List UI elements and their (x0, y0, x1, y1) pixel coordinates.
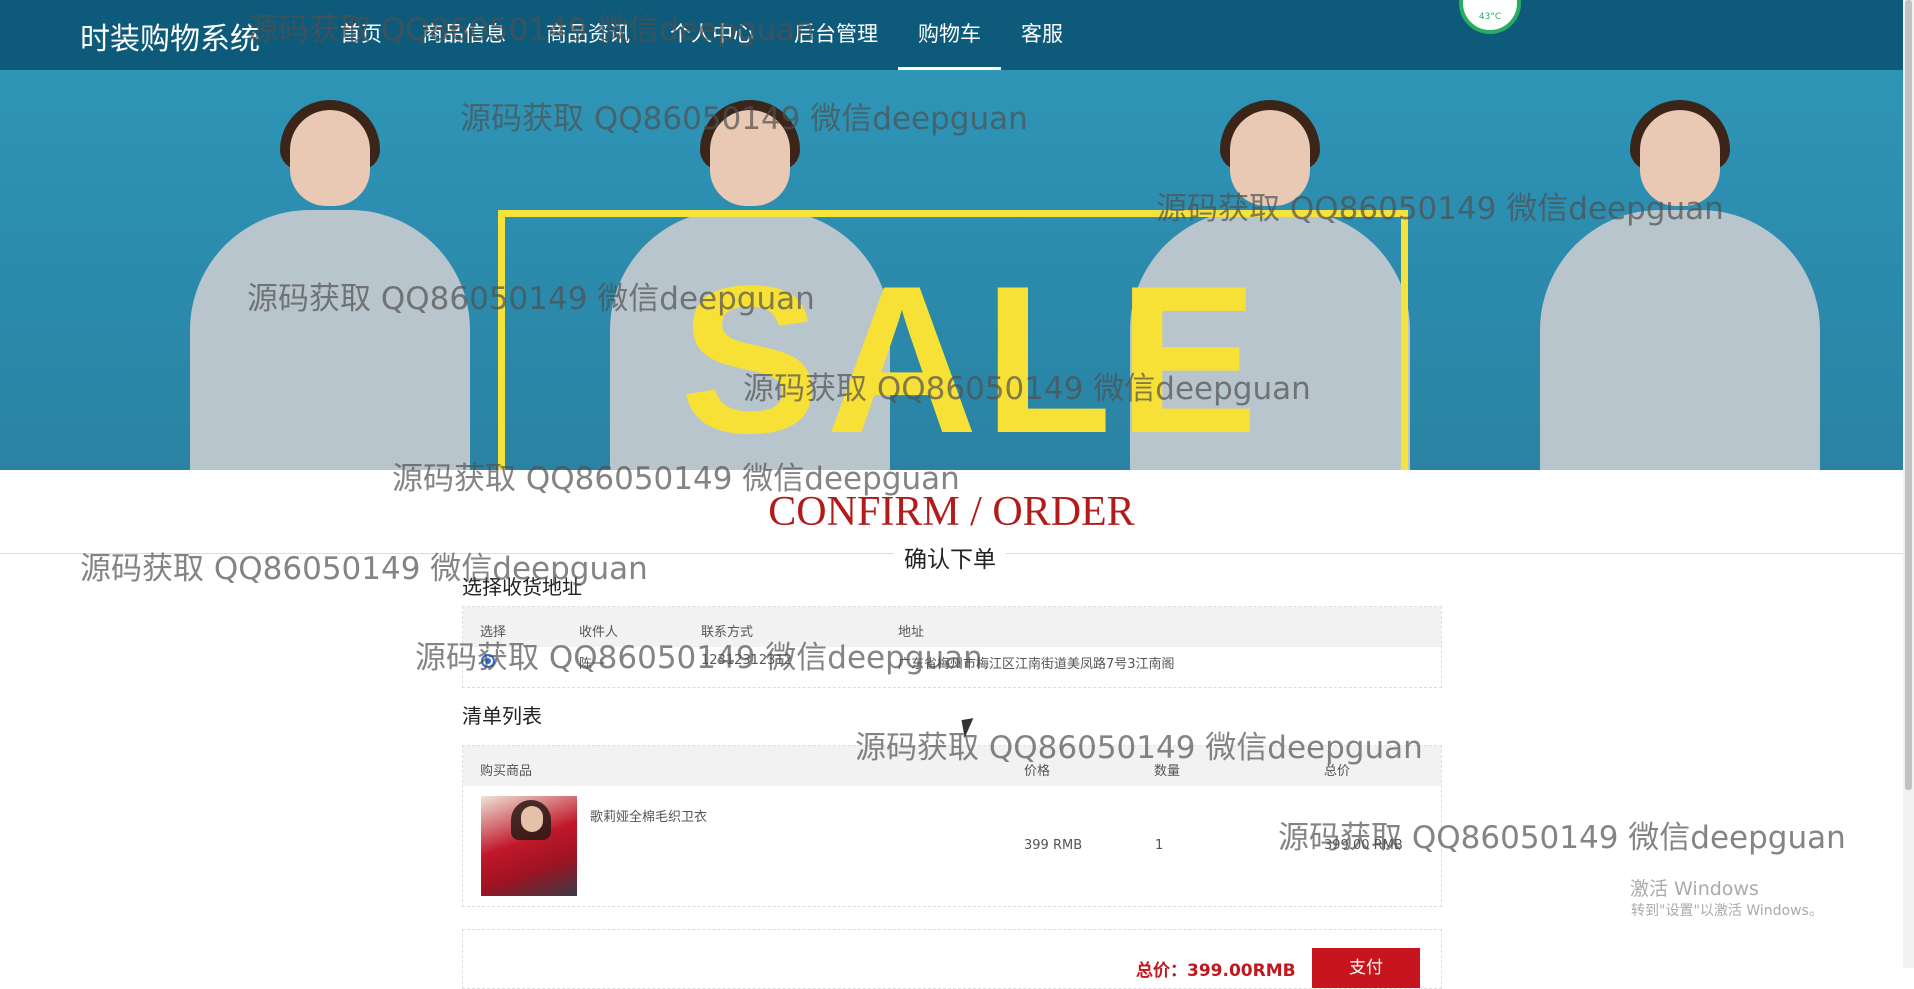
product-name[interactable]: 歌莉娅全棉毛织卫衣 (590, 806, 707, 825)
mouse-cursor-icon (961, 718, 977, 738)
recipient-name: 陈一 (579, 657, 606, 672)
nav-service[interactable]: 客服 (1001, 0, 1083, 70)
product-quantity: 1 (1155, 838, 1164, 853)
nav-news[interactable]: 商品资讯 (526, 0, 650, 70)
order-section-label: 清单列表 (462, 704, 542, 728)
address-radio[interactable] (481, 654, 495, 668)
address-section-label: 选择收货地址 (462, 575, 582, 599)
windows-activation-title: 激活 Windows (1630, 878, 1759, 900)
site-brand[interactable]: 时装购物系统 (80, 14, 260, 58)
nav-home[interactable]: 首页 (320, 0, 402, 70)
header-contact: 联系方式 (701, 625, 754, 640)
sale-text: SALE (680, 242, 1265, 470)
scrollbar-thumb[interactable] (1905, 0, 1912, 790)
order-item-row: 歌莉娅全棉毛织卫衣 399 RMB 1 399.00 RMB (463, 786, 1441, 906)
order-total: 总价：399.00RMB (1136, 961, 1296, 981)
page-scrollbar[interactable] (1903, 0, 1914, 968)
nav-admin[interactable]: 后台管理 (774, 0, 898, 70)
page-subtitle: 确认下单 (894, 540, 1006, 574)
header-price: 价格 (1024, 764, 1051, 779)
header-product: 购买商品 (480, 764, 533, 779)
header-recipient: 收件人 (579, 625, 619, 640)
pay-button[interactable]: 支付 (1312, 948, 1420, 988)
order-table-header: 购买商品 价格 数量 总价 (463, 746, 1441, 786)
header-quantity: 数量 (1154, 764, 1181, 779)
main-nav: 首页 商品信息 商品资讯 个人中心 后台管理 购物车 客服 (320, 0, 1083, 70)
banner-model-figure (1530, 100, 1830, 470)
recipient-address: 广东省梅州市梅江区江南街道美凤路7号3江南阁 (898, 657, 1175, 672)
address-table: 选择 收件人 联系方式 地址 陈一 12312312312 广东省梅州市梅江区江… (462, 606, 1442, 688)
sale-banner: SALE (0, 70, 1903, 470)
page-title: CONFIRM / ORDER (768, 489, 1135, 535)
banner-model-figure (180, 100, 480, 470)
header-address: 地址 (898, 625, 925, 640)
top-navbar: 时装购物系统 首页 商品信息 商品资讯 个人中心 后台管理 购物车 客服 (0, 0, 1903, 70)
product-total: 399.00 RMB (1324, 838, 1403, 853)
order-table: 购买商品 价格 数量 总价 歌莉娅全棉毛织卫衣 399 RMB 1 399.00… (462, 745, 1442, 907)
nav-profile[interactable]: 个人中心 (650, 0, 774, 70)
header-select: 选择 (480, 625, 507, 640)
address-row[interactable]: 陈一 12312312312 广东省梅州市梅江区江南街道美凤路7号3江南阁 (463, 647, 1441, 687)
windows-activation-hint: 转到"设置"以激活 Windows。 (1631, 903, 1823, 919)
recipient-phone: 12312312312 (701, 653, 792, 668)
product-price: 399 RMB (1024, 838, 1083, 853)
temperature-label: 43°C (1478, 12, 1502, 22)
nav-cart[interactable]: 购物车 (898, 0, 1001, 70)
product-thumbnail[interactable] (481, 796, 577, 896)
header-total: 总价 (1324, 764, 1351, 779)
nav-products[interactable]: 商品信息 (402, 0, 526, 70)
address-table-header: 选择 收件人 联系方式 地址 (463, 607, 1441, 647)
